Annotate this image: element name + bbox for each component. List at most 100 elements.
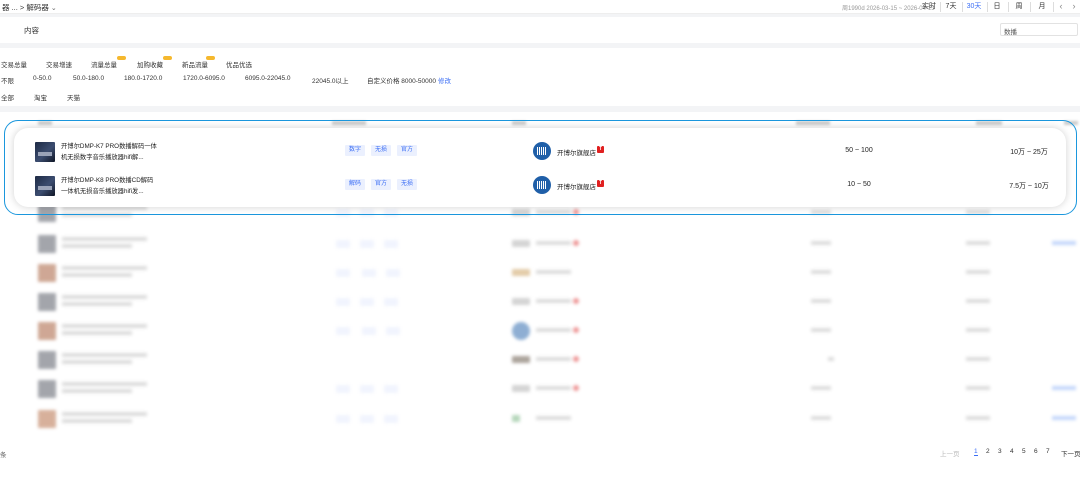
page-7[interactable]: 7 [1046,448,1050,455]
range-value [966,328,990,332]
price-any[interactable]: 不限 [1,75,14,85]
shop-name[interactable]: 开博尔旗舰店 [557,147,596,157]
price-range-5[interactable]: 6095.0-22045.0 [245,75,291,82]
range-day-button[interactable]: 日 [991,1,1003,13]
tag [386,327,400,335]
metric-new-traffic[interactable]: 新品流量 [182,59,208,69]
kaiboer-logo-icon [533,176,551,194]
product-image [38,351,56,369]
metric-cart-fav[interactable]: 加购收藏 [137,59,163,69]
range-value [966,299,990,303]
new-badge [206,56,215,60]
table-row[interactable] [0,318,1080,346]
action-link[interactable] [1052,416,1076,420]
platform-taobao[interactable]: 淘宝 [34,92,47,102]
new-badge [117,56,126,60]
product-title [62,353,147,357]
product-image[interactable] [35,176,55,196]
page-5[interactable]: 5 [1022,448,1026,455]
product-title[interactable]: 开博尔DMP-K7 PRO数播解码一体机无损数字音乐播放器hifi解... [61,141,157,163]
table-row[interactable] [0,347,1080,375]
tmall-icon [573,356,579,362]
action-link[interactable] [1052,241,1076,245]
product-image[interactable] [35,142,55,162]
product-title [62,295,147,299]
product-title [62,302,132,306]
next-period-icon[interactable]: › [1068,1,1080,13]
range-value [811,416,831,420]
table-row[interactable] [0,231,1080,259]
breadcrumb[interactable]: 器 ... > 解码器 ⌄ [2,2,57,13]
tag [386,269,400,277]
product-title[interactable]: 开博尔DMP-K8 PRO数播CD解码一体机无损音乐播放器hifi发... [61,175,157,197]
product-tag: 数字 [345,145,366,156]
range-realtime-button[interactable]: 实时 [921,1,937,13]
range-7d-button[interactable]: 7天 [943,1,959,13]
shop-name [536,386,571,390]
metric-traffic-total[interactable]: 流量总量 [91,59,117,69]
page-2[interactable]: 2 [986,448,990,455]
breadcrumb-text[interactable]: 器 ... > 解码器 [2,3,49,12]
range-value [811,270,831,274]
price-range-1[interactable]: 0-50.0 [33,75,51,82]
product-title [62,273,132,277]
range-month-button[interactable]: 月 [1036,1,1048,13]
edit-price-link[interactable]: 修改 [438,78,451,85]
next-page-button[interactable]: 下一页 [1061,448,1080,458]
table-row[interactable] [0,406,1080,434]
price-range-3[interactable]: 180.0-1720.0 [124,75,162,82]
shop-logo [512,385,530,392]
range-30d-button[interactable]: 30天 [965,1,983,13]
chevron-down-icon[interactable]: ⌄ [51,4,57,12]
search-input[interactable]: 数播 [1000,23,1078,36]
divider [1030,2,1031,12]
range-value [811,241,831,245]
price-range-2[interactable]: 50.0-180.0 [73,75,104,82]
range-value [966,357,990,361]
tag [336,415,350,423]
shop-name [536,328,571,332]
product-title [62,324,147,328]
shop-name [536,299,571,303]
product-title [62,266,147,270]
prev-period-icon[interactable]: ‹ [1055,1,1067,13]
page-4[interactable]: 4 [1010,448,1014,455]
table-row[interactable] [0,289,1080,317]
shop-name [536,416,571,420]
range-week-button[interactable]: 周 [1013,1,1025,13]
content-title: 内容 [24,26,39,35]
page-1[interactable]: 1 [974,448,978,456]
table-row[interactable]: 开博尔DMP-K8 PRO数播CD解码一体机无损音乐播放器hifi发... 解码… [14,167,1066,203]
product-tag: 无损 [397,179,418,190]
tag [336,327,350,335]
metric-trade-total[interactable]: 交易总量 [1,59,27,69]
tmall-icon [573,240,579,246]
page-6[interactable]: 6 [1034,448,1038,455]
highlighted-rows: 开博尔DMP-K7 PRO数播解码一体机无损数字音乐播放器hifi解... 数字… [14,128,1066,207]
price-range-4[interactable]: 1720.0-6095.0 [183,75,225,82]
platform-all[interactable]: 全部 [1,92,14,102]
search-value[interactable]: 数播 [1004,26,1017,36]
shop-logo [512,269,530,276]
platform-tmall[interactable]: 天猫 [67,92,80,102]
prev-page-button[interactable]: 上一页 [940,448,960,458]
shop-logo [512,322,530,340]
metric-quality[interactable]: 优品优选 [226,59,252,69]
new-badge [163,56,172,60]
table-row[interactable]: 开博尔DMP-K7 PRO数播解码一体机无损数字音乐播放器hifi解... 数字… [14,133,1066,169]
range-value-1: 10 ~ 50 [847,181,871,188]
custom-price[interactable]: 自定义价格 8000-50000 修改 [367,75,451,85]
metric-trade-growth[interactable]: 交易增速 [46,59,72,69]
shop-name[interactable]: 开博尔旗舰店 [557,181,596,191]
page-3[interactable]: 3 [998,448,1002,455]
range-value [966,270,990,274]
product-image [38,410,56,428]
action-link[interactable] [1052,386,1076,390]
shop-name [536,241,571,245]
table-row[interactable] [0,376,1080,404]
shop-name [536,357,571,361]
shop-logo [512,356,530,363]
table-row[interactable] [0,260,1080,288]
custom-price-label: 自定义价格 8000-50000 [367,78,437,85]
price-range-6[interactable]: 22045.0以上 [312,75,349,85]
